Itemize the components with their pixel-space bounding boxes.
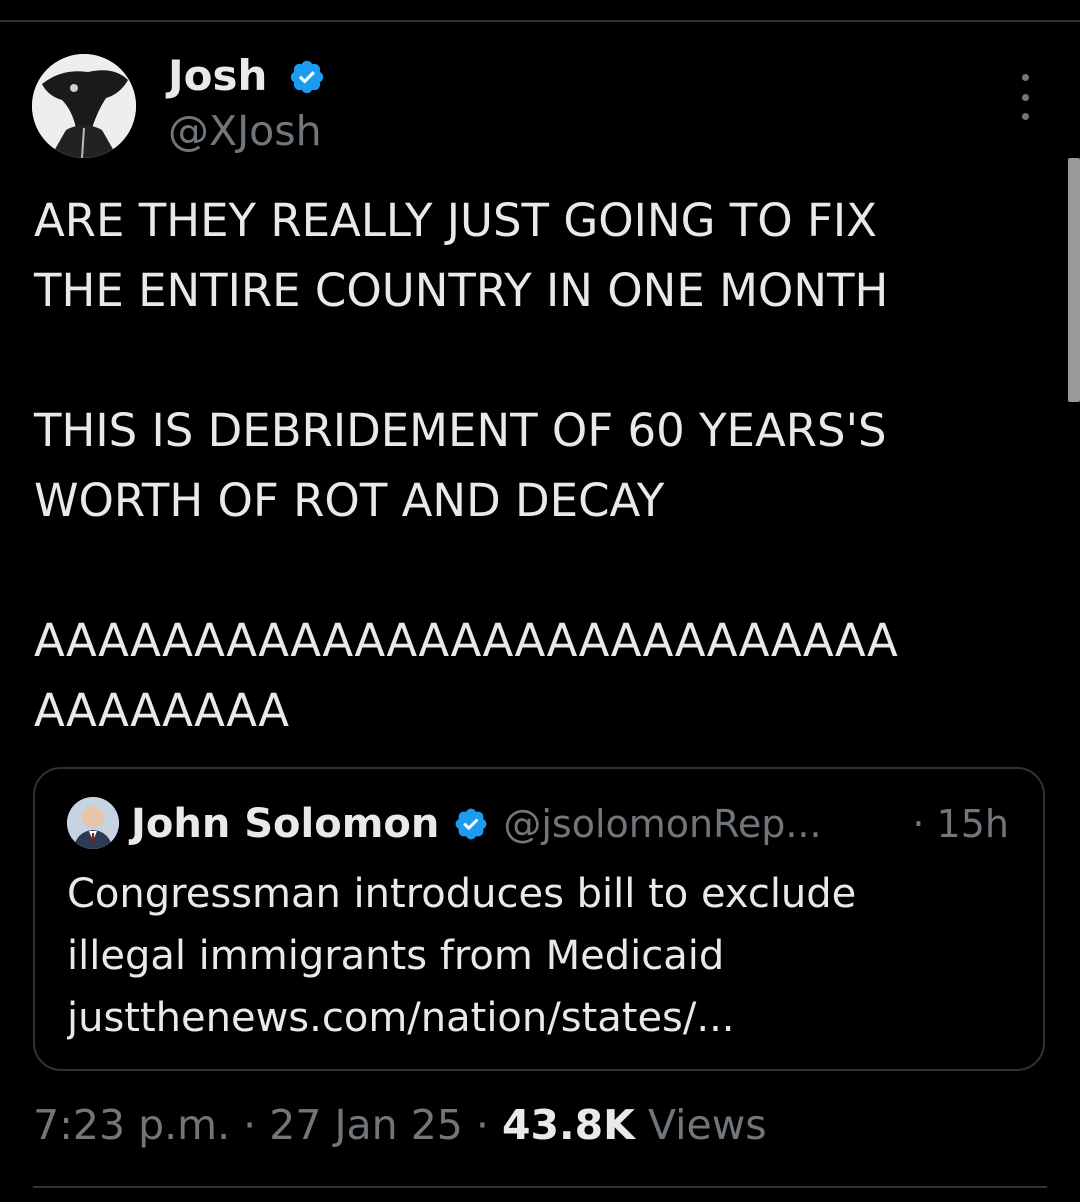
top-divider xyxy=(0,20,1080,22)
quoted-tweet-card[interactable]: John Solomon @jsolomonRep... · 15h Congr… xyxy=(33,767,1045,1071)
tweet-paragraph: THIS IS DEBRIDEMENT OF 60 YEARS'S WORTH … xyxy=(34,404,887,527)
quote-text-line: Congressman introduces bill to exclude xyxy=(67,871,857,917)
quote-author-name: John Solomon xyxy=(131,801,440,847)
views-label: Views xyxy=(647,1101,767,1149)
quote-text-line: illegal immigrants from Medicaid xyxy=(67,933,725,979)
tweet-time[interactable]: 7:23 p.m. xyxy=(33,1101,230,1149)
more-dot xyxy=(1021,93,1029,101)
quote-author-avatar xyxy=(67,797,119,849)
quote-avatar-image xyxy=(67,797,119,849)
quote-timestamp: · 15h xyxy=(912,802,1009,846)
quote-text: Congressman introduces bill to exclude i… xyxy=(67,863,1017,1049)
scrollbar-thumb[interactable] xyxy=(1068,158,1080,402)
more-dot xyxy=(1021,113,1029,120)
quote-link: justthenews.com/nation/states/... xyxy=(67,995,735,1041)
bottom-divider xyxy=(33,1186,1047,1188)
views-count: 43.8K xyxy=(501,1101,635,1149)
tweet-paragraph: ARE THEY REALLY JUST GOING TO FIX THE EN… xyxy=(34,194,889,317)
quote-author-handle: @jsolomonRep... xyxy=(503,802,822,846)
more-dot xyxy=(1021,74,1029,81)
tweet-date[interactable]: 27 Jan 25 xyxy=(269,1101,463,1149)
author-handle[interactable]: @XJosh xyxy=(168,106,322,156)
verified-badge-icon xyxy=(290,60,324,94)
quote-header: John Solomon @jsolomonRep... xyxy=(131,797,822,851)
tweet-meta: 7:23 p.m. · 27 Jan 25 · 43.8K Views xyxy=(33,1101,767,1149)
author-avatar[interactable] xyxy=(32,54,136,158)
tweet-text: ARE THEY REALLY JUST GOING TO FIX THE EN… xyxy=(34,186,1054,746)
more-dots-vertical-icon[interactable] xyxy=(1010,74,1040,120)
verified-badge-icon xyxy=(455,808,487,840)
author-avatar-image xyxy=(32,54,136,158)
tweet-paragraph: AAAAAAAAAAAAAAAAAAAAAAAAAAA AAAAAAAA xyxy=(34,614,898,737)
author-name[interactable]: Josh xyxy=(168,50,267,102)
